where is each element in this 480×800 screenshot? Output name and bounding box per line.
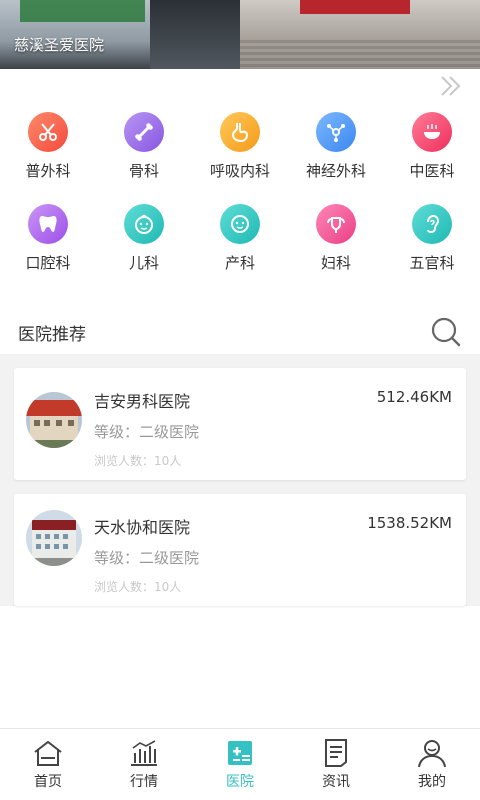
dept-general-surgery[interactable]: 普外科 [0, 108, 96, 188]
banner-caption: 慈溪圣爱医院 [14, 36, 105, 54]
recommend-header: 医院推荐 [0, 308, 480, 354]
hospital-list: 吉安男科医院 512.46KM 等级：二级医院 浏览人数：10人 天水协和医院 … [0, 354, 480, 606]
hospital-level: 等级：二级医院 [94, 549, 200, 567]
baby-face-icon [220, 204, 260, 244]
uterus-icon [316, 204, 356, 244]
department-grid: 普外科 骨科 呼吸内科 神经外科 中医科 口腔科 儿科 产科 妇科 五官科 [0, 108, 480, 292]
hospital-icon [228, 741, 252, 765]
hospital-card[interactable]: 天水协和医院 1538.52KM 等级：二级医院 浏览人数：10人 [14, 494, 466, 606]
recommend-title: 医院推荐 [18, 325, 86, 345]
bone-icon [124, 112, 164, 152]
tab-label: 行情 [130, 774, 158, 790]
dept-label: 普外科 [25, 162, 71, 180]
dept-label: 产科 [224, 254, 255, 272]
dept-label: 中医科 [409, 162, 455, 180]
bottom-tab-bar: 首页 行情 医院 资讯 我的 [0, 728, 480, 800]
hospital-distance: 512.46KM [376, 388, 452, 406]
herbal-bowl-icon [412, 112, 452, 152]
tab-mine[interactable]: 我的 [384, 729, 480, 800]
tab-label: 我的 [418, 774, 446, 790]
tab-hospital[interactable]: 医院 [192, 729, 288, 800]
dept-tcm[interactable]: 中医科 [384, 108, 480, 188]
news-icon [325, 739, 347, 767]
hospital-level: 等级：二级医院 [94, 423, 200, 441]
dept-pediatrics[interactable]: 儿科 [96, 200, 192, 280]
hospital-thumbnail [26, 392, 82, 448]
dept-label: 骨科 [128, 162, 159, 180]
dept-respiratory[interactable]: 呼吸内科 [192, 108, 288, 188]
dept-obstetrics[interactable]: 产科 [192, 200, 288, 280]
banner-photo-mid [150, 0, 240, 69]
hospital-views: 浏览人数：10人 [94, 454, 182, 468]
ear-icon [412, 204, 452, 244]
dept-ent[interactable]: 五官科 [384, 200, 480, 280]
dept-label: 呼吸内科 [209, 162, 270, 180]
dept-neurosurgery[interactable]: 神经外科 [288, 108, 384, 188]
banner-red-sign [300, 0, 410, 14]
dept-gynecology[interactable]: 妇科 [288, 200, 384, 280]
hospital-card[interactable]: 吉安男科医院 512.46KM 等级：二级医院 浏览人数：10人 [14, 368, 466, 480]
dept-orthopedics[interactable]: 骨科 [96, 108, 192, 188]
dept-label: 妇科 [320, 254, 351, 272]
dept-label: 口腔科 [25, 254, 71, 272]
hospital-views: 浏览人数：10人 [94, 580, 182, 594]
tab-news[interactable]: 资讯 [288, 729, 384, 800]
tab-label: 资讯 [322, 774, 350, 790]
hospital-thumbnail [26, 510, 82, 566]
dept-label: 儿科 [128, 254, 159, 272]
tab-label: 医院 [226, 774, 254, 790]
stomach-icon [220, 112, 260, 152]
hospital-banner[interactable]: 慈溪圣爱医院 [0, 0, 480, 69]
tab-market[interactable]: 行情 [96, 729, 192, 800]
neuron-icon [316, 112, 356, 152]
hospital-distance: 1538.52KM [367, 514, 452, 532]
dept-stomatology[interactable]: 口腔科 [0, 200, 96, 280]
home-icon [34, 740, 62, 766]
tab-home[interactable]: 首页 [0, 729, 96, 800]
user-icon [418, 740, 446, 768]
hospital-name: 天水协和医院 [94, 518, 191, 537]
tab-label: 首页 [34, 774, 62, 790]
hospital-name: 吉安男科医院 [94, 392, 191, 411]
banner-sign [20, 0, 145, 22]
chart-icon [131, 740, 157, 766]
banner-stairs [240, 40, 480, 69]
double-chevron-right-icon[interactable] [438, 74, 464, 98]
tooth-icon [28, 204, 68, 244]
dept-label: 神经外科 [305, 162, 366, 180]
search-icon[interactable] [430, 316, 462, 348]
child-face-icon [124, 204, 164, 244]
dept-label: 五官科 [409, 254, 455, 272]
scissors-icon [28, 112, 68, 152]
